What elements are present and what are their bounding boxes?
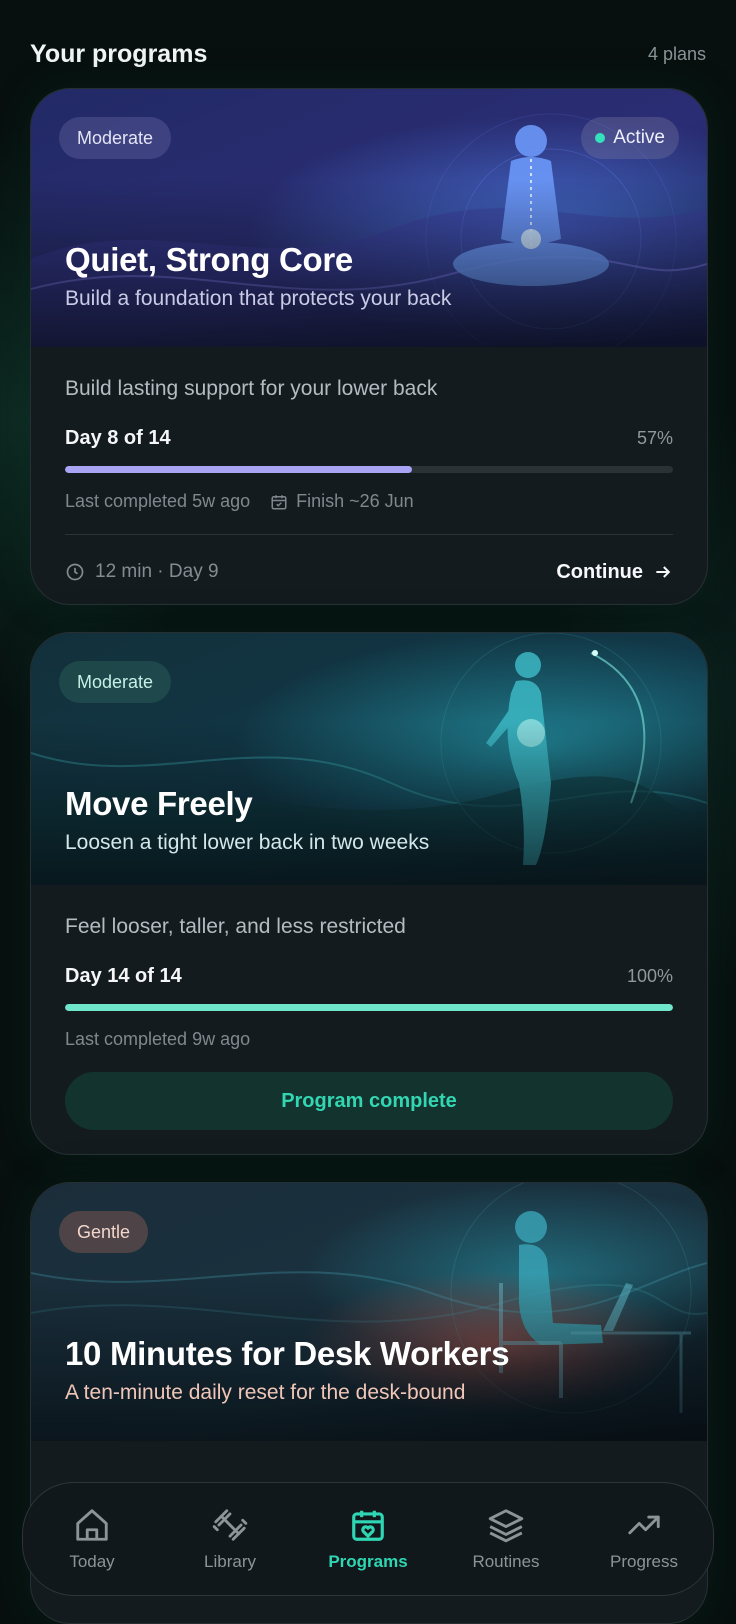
program-card-move-freely[interactable]: Moderate Move Freely Loosen a tight lowe… [30,632,708,1155]
program-title: Quiet, Strong Core [65,241,353,278]
home-icon [76,1509,108,1541]
bottom-navigation: Today Library Programs Routines Progress [22,1482,714,1596]
dumbbell-icon [212,1509,248,1541]
active-label: Active [613,127,665,148]
nav-item-programs[interactable]: Programs [308,1506,428,1572]
layers-icon [488,1509,524,1543]
nav-item-progress[interactable]: Progress [584,1506,704,1572]
percent-label: 100% [626,966,673,986]
program-subtitle: A ten-minute daily reset for the desk-bo… [65,1381,466,1404]
trending-up-icon [628,1515,660,1535]
continue-button[interactable]: Continue [556,561,673,584]
program-meta: Last completed 5w ago Finish ~26 Jun [65,491,673,512]
program-body: Build lasting support for your lower bac… [31,347,707,604]
plan-count: 4 plans [647,43,706,64]
calendar-check-icon [271,494,287,509]
calendar-heart-icon [352,1510,384,1541]
active-badge: Active [581,117,679,159]
nav-item-routines[interactable]: Routines [446,1506,566,1572]
nav-item-library[interactable]: Library [170,1506,290,1572]
percent-label: 57% [636,428,673,448]
difficulty-badge: Gentle [59,1211,149,1253]
program-complete-button[interactable]: Program complete [65,1072,673,1130]
progress-fill [65,466,412,473]
finish-date: Finish ~26 Jun [270,491,414,512]
nav-label: Routines [472,1552,540,1571]
session-label: 12 min · Day 9 [95,561,219,582]
progress-fill [65,1004,673,1011]
last-completed: Last completed 9w ago [65,1029,251,1049]
session-info: 12 min · Day 9 [65,561,219,583]
finish-label: Finish ~26 Jun [296,491,414,511]
program-description: Feel looser, taller, and less restricted [65,915,406,938]
program-description: Build lasting support for your lower bac… [65,377,438,400]
difficulty-badge: Moderate [59,117,172,159]
arrow-right-icon [656,566,671,578]
status-dot-icon [595,133,606,143]
progress-bar [65,1004,673,1011]
program-title: Move Freely [65,785,253,822]
clock-icon [66,563,84,581]
progress-header: Day 8 of 14 57% [65,427,673,450]
card-footer: 12 min · Day 9 Continue [65,535,673,604]
last-completed: Last completed 5w ago [65,491,251,511]
nav-label: Library [204,1552,256,1571]
difficulty-badge: Moderate [59,661,172,703]
page-header: Your programs 4 plans [30,34,706,74]
day-label: Day 14 of 14 [65,965,182,987]
progress-bar [65,466,673,473]
program-subtitle: Build a foundation that protects your ba… [65,287,452,310]
page-title: Your programs [30,39,208,68]
program-meta: Last completed 9w ago [65,1029,673,1050]
program-card-quiet-strong-core[interactable]: Moderate Active Quiet, Strong Core Build… [30,88,708,605]
program-subtitle: Loosen a tight lower back in two weeks [65,831,430,854]
program-title: 10 Minutes for Desk Workers [65,1335,510,1372]
nav-item-today[interactable]: Today [32,1506,152,1572]
nav-label: Today [69,1552,115,1571]
program-hero-image: Moderate Active Quiet, Strong Core Build… [31,89,707,347]
program-body: Feel looser, taller, and less restricted… [31,885,707,1130]
program-hero-image: Gentle 10 Minutes for Desk Workers A ten… [31,1183,707,1441]
nav-label: Progress [609,1552,679,1571]
progress-header: Day 14 of 14 100% [65,965,673,988]
nav-label: Programs [328,1552,408,1571]
program-hero-image: Moderate Move Freely Loosen a tight lowe… [31,633,707,885]
continue-label: Continue [556,560,643,583]
day-label: Day 8 of 14 [65,427,171,449]
